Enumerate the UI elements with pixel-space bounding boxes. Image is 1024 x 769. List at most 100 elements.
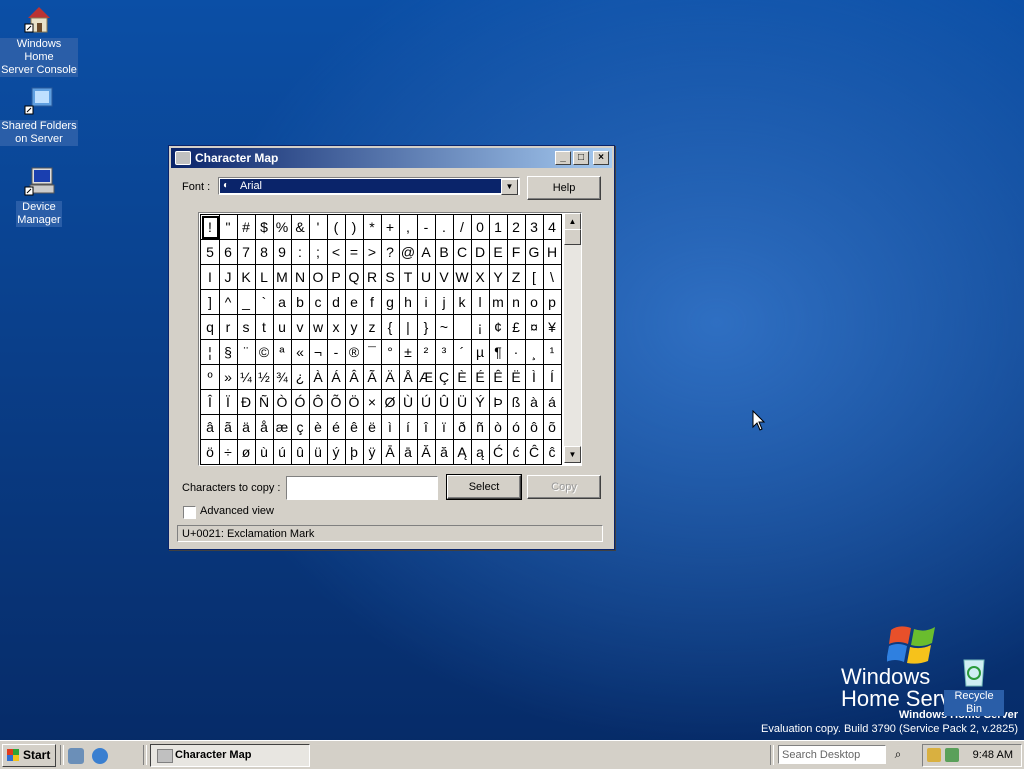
character-cell[interactable]: T	[399, 265, 418, 290]
character-cell[interactable]: °	[381, 340, 400, 365]
character-cell[interactable]: Î	[201, 390, 220, 415]
character-cell[interactable]: £	[507, 315, 526, 340]
character-cell[interactable]: ã	[219, 415, 238, 440]
character-cell[interactable]: Ă	[417, 440, 436, 465]
character-cell[interactable]: ¾	[273, 365, 292, 390]
character-cell[interactable]: a	[273, 290, 292, 315]
character-cell[interactable]: Ç	[435, 365, 454, 390]
character-cell[interactable]: ä	[237, 415, 256, 440]
character-cell[interactable]: ā	[399, 440, 418, 465]
character-cell[interactable]: U	[417, 265, 436, 290]
character-cell[interactable]: k	[453, 290, 472, 315]
character-cell[interactable]: µ	[471, 340, 490, 365]
character-cell[interactable]: «	[291, 340, 310, 365]
character-cell[interactable]: g	[381, 290, 400, 315]
character-cell[interactable]: 2	[507, 215, 526, 240]
tray-network-icon[interactable]	[927, 748, 941, 762]
character-cell[interactable]: (	[327, 215, 346, 240]
character-cell[interactable]: N	[291, 265, 310, 290]
character-cell[interactable]: c	[309, 290, 328, 315]
character-cell[interactable]: À	[309, 365, 328, 390]
character-cell[interactable]: å	[255, 415, 274, 440]
character-cell[interactable]: P	[327, 265, 346, 290]
character-cell[interactable]: m	[489, 290, 508, 315]
desktop-icon-shared-folders[interactable]: Shared Folders on Server	[0, 84, 78, 146]
scroll-thumb[interactable]	[564, 229, 581, 245]
character-cell[interactable]: p	[543, 290, 562, 315]
character-cell[interactable]: r	[219, 315, 238, 340]
character-cell[interactable]: Þ	[489, 390, 508, 415]
character-cell[interactable]: j	[435, 290, 454, 315]
character-cell[interactable]: ê	[345, 415, 364, 440]
character-cell[interactable]: z	[363, 315, 382, 340]
character-cell[interactable]: Ò	[273, 390, 292, 415]
character-cell[interactable]: w	[309, 315, 328, 340]
character-cell[interactable]: W	[453, 265, 472, 290]
character-cell[interactable]: Ą	[453, 440, 472, 465]
search-icon[interactable]: ⌕	[888, 745, 908, 764]
advanced-view-checkbox[interactable]	[183, 506, 196, 519]
character-cell[interactable]: ®	[345, 340, 364, 365]
character-cell[interactable]: á	[543, 390, 562, 415]
character-cell[interactable]: ¿	[291, 365, 310, 390]
character-cell[interactable]: ì	[381, 415, 400, 440]
character-cell[interactable]: ¶	[489, 340, 508, 365]
character-cell[interactable]: h	[399, 290, 418, 315]
character-cell[interactable]: O	[309, 265, 328, 290]
character-cell[interactable]: »	[219, 365, 238, 390]
character-cell[interactable]: K	[237, 265, 256, 290]
character-cell[interactable]: Í	[543, 365, 562, 390]
character-cell[interactable]: Ð	[237, 390, 256, 415]
character-cell[interactable]: ö	[201, 440, 220, 465]
font-dropdown[interactable]: ◐ Arial ▼	[218, 177, 520, 195]
character-cell[interactable]: o	[525, 290, 544, 315]
character-cell[interactable]: v	[291, 315, 310, 340]
character-cell[interactable]: D	[471, 240, 490, 265]
character-cell[interactable]: q	[201, 315, 220, 340]
character-cell[interactable]: ´	[453, 340, 472, 365]
character-cell[interactable]: ù	[255, 440, 274, 465]
character-cell[interactable]: 0	[471, 215, 490, 240]
desktop-icon-home-server-console[interactable]: Windows Home Server Console	[0, 2, 78, 77]
character-cell[interactable]: ¼	[237, 365, 256, 390]
character-cell[interactable]: <	[327, 240, 346, 265]
character-cell[interactable]: é	[327, 415, 346, 440]
character-cell[interactable]: A	[417, 240, 436, 265]
character-cell[interactable]: >	[363, 240, 382, 265]
select-button[interactable]: Select	[446, 474, 522, 500]
character-cell[interactable]: R	[363, 265, 382, 290]
character-cell[interactable]: Ã	[363, 365, 382, 390]
character-cell[interactable]: ¯	[363, 340, 382, 365]
character-cell[interactable]: ß	[507, 390, 526, 415]
character-cell[interactable]: 9	[273, 240, 292, 265]
character-cell[interactable]: +	[381, 215, 400, 240]
character-cell[interactable]: õ	[543, 415, 562, 440]
character-cell[interactable]: %	[273, 215, 292, 240]
chevron-down-icon[interactable]: ▼	[501, 179, 518, 195]
character-cell[interactable]: ²	[417, 340, 436, 365]
character-cell[interactable]: 1	[489, 215, 508, 240]
character-cell[interactable]: ?	[381, 240, 400, 265]
character-cell[interactable]: Ù	[399, 390, 418, 415]
character-cell[interactable]: ø	[237, 440, 256, 465]
character-cell[interactable]: à	[525, 390, 544, 415]
character-cell[interactable]: ñ	[471, 415, 490, 440]
character-cell[interactable]: ð	[453, 415, 472, 440]
character-cell[interactable]: I	[201, 265, 220, 290]
character-cell[interactable]: G	[525, 240, 544, 265]
character-cell[interactable]: Z	[507, 265, 526, 290]
character-cell[interactable]: 5	[201, 240, 220, 265]
character-cell[interactable]: `	[255, 290, 274, 315]
character-cell[interactable]: ă	[435, 440, 454, 465]
character-cell[interactable]: Â	[345, 365, 364, 390]
character-cell[interactable]: È	[453, 365, 472, 390]
character-cell[interactable]: ;	[309, 240, 328, 265]
title-bar[interactable]: Character Map _ □ ×	[171, 148, 612, 168]
character-cell[interactable]: 3	[525, 215, 544, 240]
character-cell[interactable]: è	[309, 415, 328, 440]
character-cell[interactable]: E	[489, 240, 508, 265]
character-cell[interactable]: ©	[255, 340, 274, 365]
character-cell[interactable]: Û	[435, 390, 454, 415]
maximize-button[interactable]: □	[573, 151, 589, 165]
character-cell[interactable]: -	[417, 215, 436, 240]
